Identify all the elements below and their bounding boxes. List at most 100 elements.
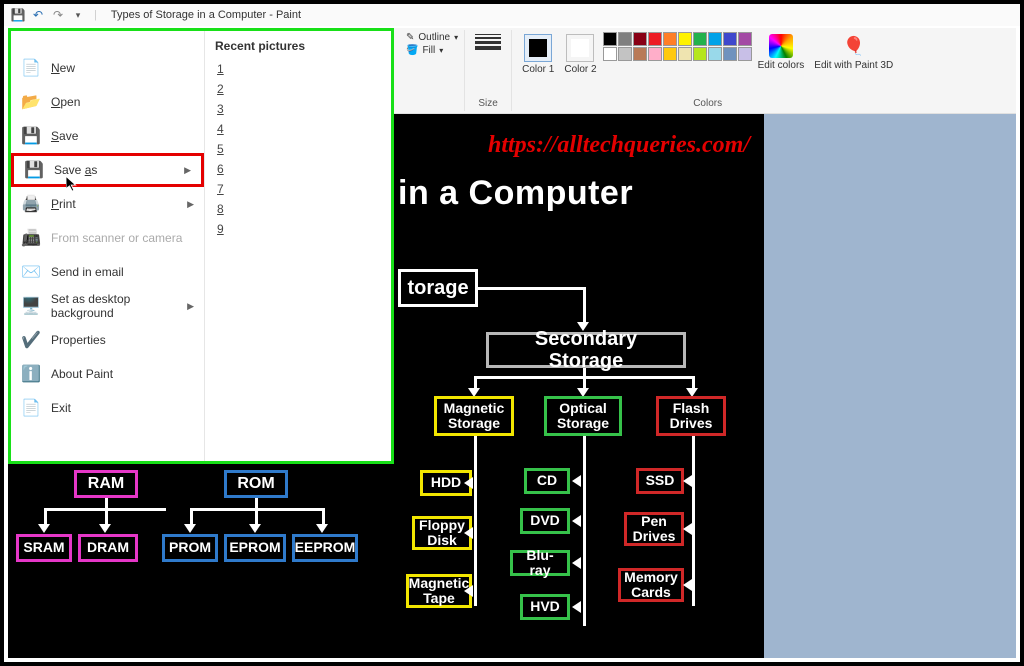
file-menu-exit[interactable]: 📄 Exit bbox=[11, 391, 204, 425]
undo-icon[interactable]: ↶ bbox=[30, 7, 46, 23]
recent-item[interactable]: 7 bbox=[215, 179, 381, 199]
separator: | bbox=[94, 9, 97, 21]
palette-swatch[interactable] bbox=[633, 32, 647, 46]
print-icon: 🖨️ bbox=[21, 194, 41, 214]
email-icon: ✉️ bbox=[21, 262, 41, 282]
about-icon: ℹ️ bbox=[21, 364, 41, 384]
file-menu-item-label: Open bbox=[51, 95, 80, 109]
file-menu-item-label: Send in email bbox=[51, 265, 124, 279]
palette-swatch[interactable] bbox=[708, 32, 722, 46]
box-dvd: DVD bbox=[520, 508, 570, 534]
arrowhead-icon bbox=[249, 524, 261, 533]
color1-swatch bbox=[529, 39, 547, 57]
new-icon: 📄 bbox=[21, 58, 41, 78]
file-menu-save[interactable]: 💾Save bbox=[11, 119, 204, 153]
palette-swatch[interactable] bbox=[603, 47, 617, 61]
palette-swatch[interactable] bbox=[648, 47, 662, 61]
file-menu-item-label: Set as desktop background bbox=[51, 292, 177, 320]
palette-swatch[interactable] bbox=[723, 32, 737, 46]
arrowhead-icon bbox=[99, 524, 111, 533]
palette-swatch[interactable] bbox=[693, 47, 707, 61]
file-menu-open[interactable]: 📂 Open bbox=[11, 85, 204, 119]
diagram-title: in a Computer bbox=[398, 174, 633, 213]
file-menu-desktop[interactable]: 🖥️Set as desktop background▶ bbox=[11, 289, 204, 323]
fill-dropdown[interactable]: 🪣 Fill ▾ bbox=[406, 45, 458, 56]
box-ram: RAM bbox=[74, 470, 138, 498]
palette-swatch[interactable] bbox=[678, 47, 692, 61]
arrowhead-icon bbox=[184, 524, 196, 533]
recent-item[interactable]: 5 bbox=[215, 139, 381, 159]
size-label: Size bbox=[478, 98, 497, 109]
arrowhead-icon bbox=[683, 475, 692, 487]
recent-item[interactable]: 2 bbox=[215, 79, 381, 99]
palette-swatch[interactable] bbox=[723, 47, 737, 61]
edit-3d-button[interactable]: 🎈 Edit with Paint 3D bbox=[810, 32, 897, 73]
file-menu-item-label: New bbox=[51, 61, 75, 75]
pencil-icon: ✎ bbox=[406, 32, 414, 43]
box-eprom: EPROM bbox=[224, 534, 286, 562]
color2-button[interactable]: Color 2 bbox=[560, 32, 600, 77]
qat-dropdown-icon[interactable]: ▾ bbox=[70, 7, 86, 23]
file-menu-email[interactable]: ✉️ Send in email bbox=[11, 255, 204, 289]
box-flash-drives: Flash Drives bbox=[656, 396, 726, 436]
arrowhead-icon bbox=[572, 557, 581, 569]
palette-swatch[interactable] bbox=[693, 32, 707, 46]
edit-colors-button[interactable]: Edit colors bbox=[754, 32, 809, 73]
file-menu-about[interactable]: ℹ️ About Paint bbox=[11, 357, 204, 391]
box-magnetic-tape: Magnetic Tape bbox=[406, 574, 472, 608]
quick-access-toolbar: 💾 ↶ ↷ ▾ | bbox=[4, 7, 101, 23]
size-dropdown[interactable] bbox=[471, 32, 505, 52]
title-bar: 💾 ↶ ↷ ▾ | Types of Storage in a Computer… bbox=[4, 4, 1020, 26]
box-hvd: HVD bbox=[520, 594, 570, 620]
box-eeprom: EEPROM bbox=[292, 534, 358, 562]
outline-label: Outline bbox=[418, 32, 450, 43]
ribbon: ✎ Outline ▾ 🪣 Fill ▾ Size Color 1 bbox=[394, 28, 1016, 114]
outline-dropdown[interactable]: ✎ Outline ▾ bbox=[406, 32, 458, 43]
recent-item[interactable]: 3 bbox=[215, 99, 381, 119]
file-menu-new[interactable]: 📄 New bbox=[11, 51, 204, 85]
connector bbox=[583, 287, 586, 324]
recent-pictures-title: Recent pictures bbox=[215, 39, 381, 53]
redo-icon[interactable]: ↷ bbox=[50, 7, 66, 23]
palette-swatch[interactable] bbox=[618, 47, 632, 61]
arrowhead-icon bbox=[572, 601, 581, 613]
palette-swatch[interactable] bbox=[663, 47, 677, 61]
palette-swatch[interactable] bbox=[738, 32, 752, 46]
shapes-group: ✎ Outline ▾ 🪣 Fill ▾ bbox=[400, 30, 465, 111]
recent-item[interactable]: 6 bbox=[215, 159, 381, 179]
colors-group-label: Colors bbox=[693, 98, 722, 109]
open-icon: 📂 bbox=[21, 92, 41, 112]
file-menu-print[interactable]: 🖨️Print▶ bbox=[11, 187, 204, 221]
recent-pictures-list: 123456789 bbox=[215, 59, 381, 239]
file-menu-item-label: Properties bbox=[51, 333, 106, 347]
recent-item[interactable]: 4 bbox=[215, 119, 381, 139]
palette-swatch[interactable] bbox=[648, 32, 662, 46]
box-pen-drives: Pen Drives bbox=[624, 512, 684, 546]
recent-item[interactable]: 1 bbox=[215, 59, 381, 79]
color-palette[interactable] bbox=[603, 32, 752, 61]
size-icon bbox=[475, 34, 501, 50]
palette-swatch[interactable] bbox=[618, 32, 632, 46]
box-cd: CD bbox=[524, 468, 570, 494]
exit-icon: 📄 bbox=[21, 398, 41, 418]
palette-swatch[interactable] bbox=[633, 47, 647, 61]
palette-swatch[interactable] bbox=[678, 32, 692, 46]
palette-swatch[interactable] bbox=[663, 32, 677, 46]
save-icon[interactable]: 💾 bbox=[10, 7, 26, 23]
box-sram: SRAM bbox=[16, 534, 72, 562]
recent-item[interactable]: 8 bbox=[215, 199, 381, 219]
palette-swatch[interactable] bbox=[603, 32, 617, 46]
color1-button[interactable]: Color 1 bbox=[518, 32, 558, 77]
window-title: Types of Storage in a Computer - Paint bbox=[111, 9, 301, 21]
file-menu-properties[interactable]: ✔️Properties bbox=[11, 323, 204, 357]
palette-swatch[interactable] bbox=[708, 47, 722, 61]
file-menu-item-label: Save as bbox=[54, 163, 97, 177]
recent-item[interactable]: 9 bbox=[215, 219, 381, 239]
file-menu-item-label: From scanner or camera bbox=[51, 231, 182, 245]
file-menu-item-label: About Paint bbox=[51, 367, 113, 381]
box-memory-cards: Memory Cards bbox=[618, 568, 684, 602]
arrowhead-icon bbox=[683, 523, 692, 535]
file-menu-saveas[interactable]: 💾Save as▶ bbox=[11, 153, 204, 187]
file-menu-item-label: Exit bbox=[51, 401, 71, 415]
palette-swatch[interactable] bbox=[738, 47, 752, 61]
